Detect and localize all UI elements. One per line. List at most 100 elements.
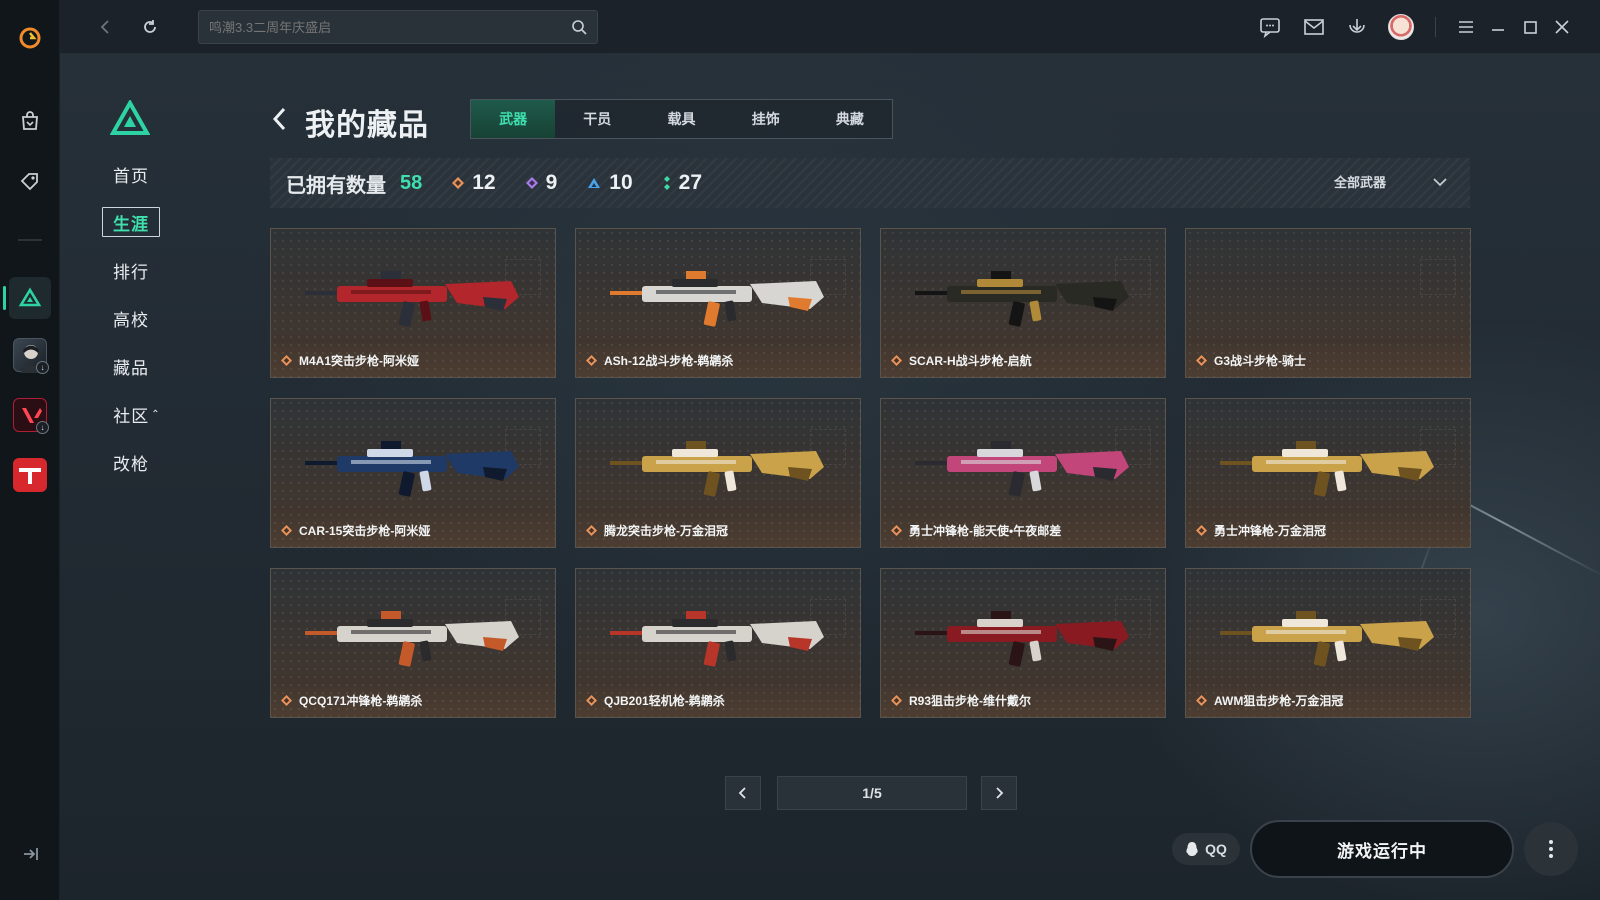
chevron-down-icon (1433, 177, 1447, 186)
weapon-image (915, 271, 1129, 327)
more-options-button[interactable] (1524, 822, 1578, 876)
game-delta-icon[interactable] (9, 277, 51, 319)
weapon-card[interactable]: R93狙击步枪-维什戴尔 (880, 568, 1166, 718)
weapon-image (305, 611, 519, 667)
search-bar (198, 10, 598, 44)
tier-stat-green: 27 (663, 171, 702, 195)
weapon-name: 腾龙突击步枪-万金泪冠 (604, 524, 728, 538)
owned-count-label: 已拥有数量 (286, 174, 386, 197)
next-page-button[interactable] (981, 776, 1017, 810)
weapon-image (1220, 441, 1434, 497)
subnav-collection[interactable]: 藏品 (102, 351, 160, 381)
weapon-card-label: QCQ171冲锋枪-鹈鹕杀 (281, 692, 422, 709)
weapon-image (610, 441, 824, 497)
weapon-card-label: R93狙击步枪-维什戴尔 (891, 692, 1031, 709)
page-back-icon[interactable] (268, 104, 292, 134)
rarity-diamond-icon (586, 695, 597, 706)
weapon-image (305, 271, 519, 327)
rarity-diamond-icon (281, 525, 292, 536)
back-nav-icon[interactable] (92, 13, 120, 41)
weapon-card[interactable]: 勇士冲锋枪-万金泪冠 (1185, 398, 1471, 548)
subnav-gun-mod[interactable]: 改枪 (102, 447, 160, 477)
weapon-card[interactable]: 腾龙突击步枪-万金泪冠 (575, 398, 861, 548)
rarity-diamond-icon (1196, 695, 1207, 706)
top-bar (60, 0, 1600, 54)
subnav-label: 藏品 (113, 358, 149, 378)
subnav-ranking[interactable]: 排行 (102, 255, 160, 285)
rarity-diamond-icon (1196, 355, 1207, 366)
search-icon[interactable] (571, 19, 587, 35)
weapon-card[interactable]: QJB201轻机枪-鹈鹕杀 (575, 568, 861, 718)
weapon-card[interactable]: M4A1突击步枪-阿米娅 (270, 228, 556, 378)
rarity-diamond-icon (281, 355, 292, 366)
tab-operators[interactable]: 干员 (555, 100, 639, 138)
weapon-name: R93狙击步枪-维什戴尔 (909, 694, 1032, 708)
subnav-community[interactable]: 社区 ⌃ (108, 399, 166, 429)
game-character-thumbnail[interactable]: ↓ (13, 338, 49, 374)
collapse-sidebar-icon[interactable] (18, 842, 42, 866)
tier-stat-purple: 9 (525, 171, 558, 195)
rarity-diamond-icon (1196, 525, 1207, 536)
weapon-card[interactable]: SCAR-H战斗步枪-启航 (880, 228, 1166, 378)
weapon-card-label: 腾龙突击步枪-万金泪冠 (586, 522, 728, 539)
weapon-image (915, 441, 1129, 497)
download-badge-icon: ↓ (36, 421, 49, 434)
tab-vehicles[interactable]: 载具 (639, 100, 723, 138)
subnav-label: 改枪 (113, 454, 149, 474)
refresh-icon[interactable] (136, 13, 164, 41)
search-input[interactable] (209, 19, 571, 35)
tier-count: 27 (678, 171, 703, 194)
weapon-image (305, 441, 519, 497)
subnav-college[interactable]: 高校 (102, 303, 160, 333)
tier-stat-blue: 10 (587, 171, 633, 195)
delta-force-logo-icon (110, 100, 150, 135)
mail-icon[interactable] (1300, 13, 1328, 41)
tab-charms[interactable]: 挂饰 (724, 100, 808, 138)
subnav-label: 生涯 (113, 214, 149, 234)
blue-triangle-icon (588, 178, 601, 188)
weapon-card[interactable]: CAR-15突击步枪-阿米娅 (270, 398, 556, 548)
tier-count: 10 (609, 171, 633, 194)
tag-icon[interactable] (9, 160, 51, 202)
tier-count: 9 (545, 171, 558, 194)
weapon-card[interactable]: 勇士冲锋枪-能天使•午夜邮差 (880, 398, 1166, 548)
weapon-card[interactable]: ASh-12战斗步枪-鹈鹕杀 (575, 228, 861, 378)
weapon-name: CAR-15突击步枪-阿米娅 (299, 524, 431, 538)
game-tmgp-thumbnail[interactable] (13, 458, 47, 492)
weapon-name: QCQ171冲锋枪-鹈鹕杀 (299, 694, 423, 708)
chat-icon[interactable] (1256, 13, 1284, 41)
weapon-name: 勇士冲锋枪-万金泪冠 (1214, 524, 1326, 538)
page-title: 我的藏品 (305, 109, 429, 142)
app-logo-icon[interactable] (9, 17, 51, 59)
menu-icon[interactable] (1452, 13, 1480, 41)
tab-weapons[interactable]: 武器 (471, 100, 556, 138)
tier-count: 12 (472, 171, 496, 194)
purple-diamond-icon (525, 177, 538, 189)
rarity-diamond-icon (891, 695, 902, 706)
rarity-diamond-icon (586, 525, 597, 536)
owned-count-total: 58 (400, 171, 423, 194)
tier-stat-orange: 12 (452, 171, 496, 195)
weapon-card[interactable]: QCQ171冲锋枪-鹈鹕杀 (270, 568, 556, 718)
game-valorant-thumbnail[interactable]: ↓ (13, 398, 49, 434)
minimize-icon[interactable] (1484, 13, 1512, 41)
subnav-home[interactable]: 首页 (102, 159, 160, 189)
subnav-label: 排行 (113, 262, 149, 282)
tab-collectibles[interactable]: 典藏 (808, 100, 892, 138)
qq-login-chip[interactable]: QQ (1172, 833, 1240, 865)
user-avatar[interactable] (1387, 13, 1415, 41)
close-icon[interactable] (1548, 13, 1576, 41)
weapon-card-label: SCAR-H战斗步枪-启航 (891, 352, 1032, 369)
weapon-name: ASh-12战斗步枪-鹈鹕杀 (604, 354, 734, 368)
subnav-label: 首页 (113, 166, 149, 186)
prev-page-button[interactable] (725, 776, 761, 810)
store-bag-icon[interactable] (9, 100, 51, 142)
maximize-icon[interactable] (1516, 13, 1544, 41)
download-manager-icon[interactable] (1343, 13, 1371, 41)
subnav-career[interactable]: 生涯 (102, 207, 160, 237)
weapon-name: AWM狙击步枪-万金泪冠 (1214, 694, 1344, 708)
weapon-card[interactable]: AWM狙击步枪-万金泪冠 (1185, 568, 1471, 718)
weapon-filter-dropdown[interactable]: 全部武器 (1334, 172, 1448, 191)
game-running-button[interactable]: 游戏运行中 (1250, 820, 1514, 878)
weapon-card[interactable]: G3战斗步枪-骑士 (1185, 228, 1471, 378)
